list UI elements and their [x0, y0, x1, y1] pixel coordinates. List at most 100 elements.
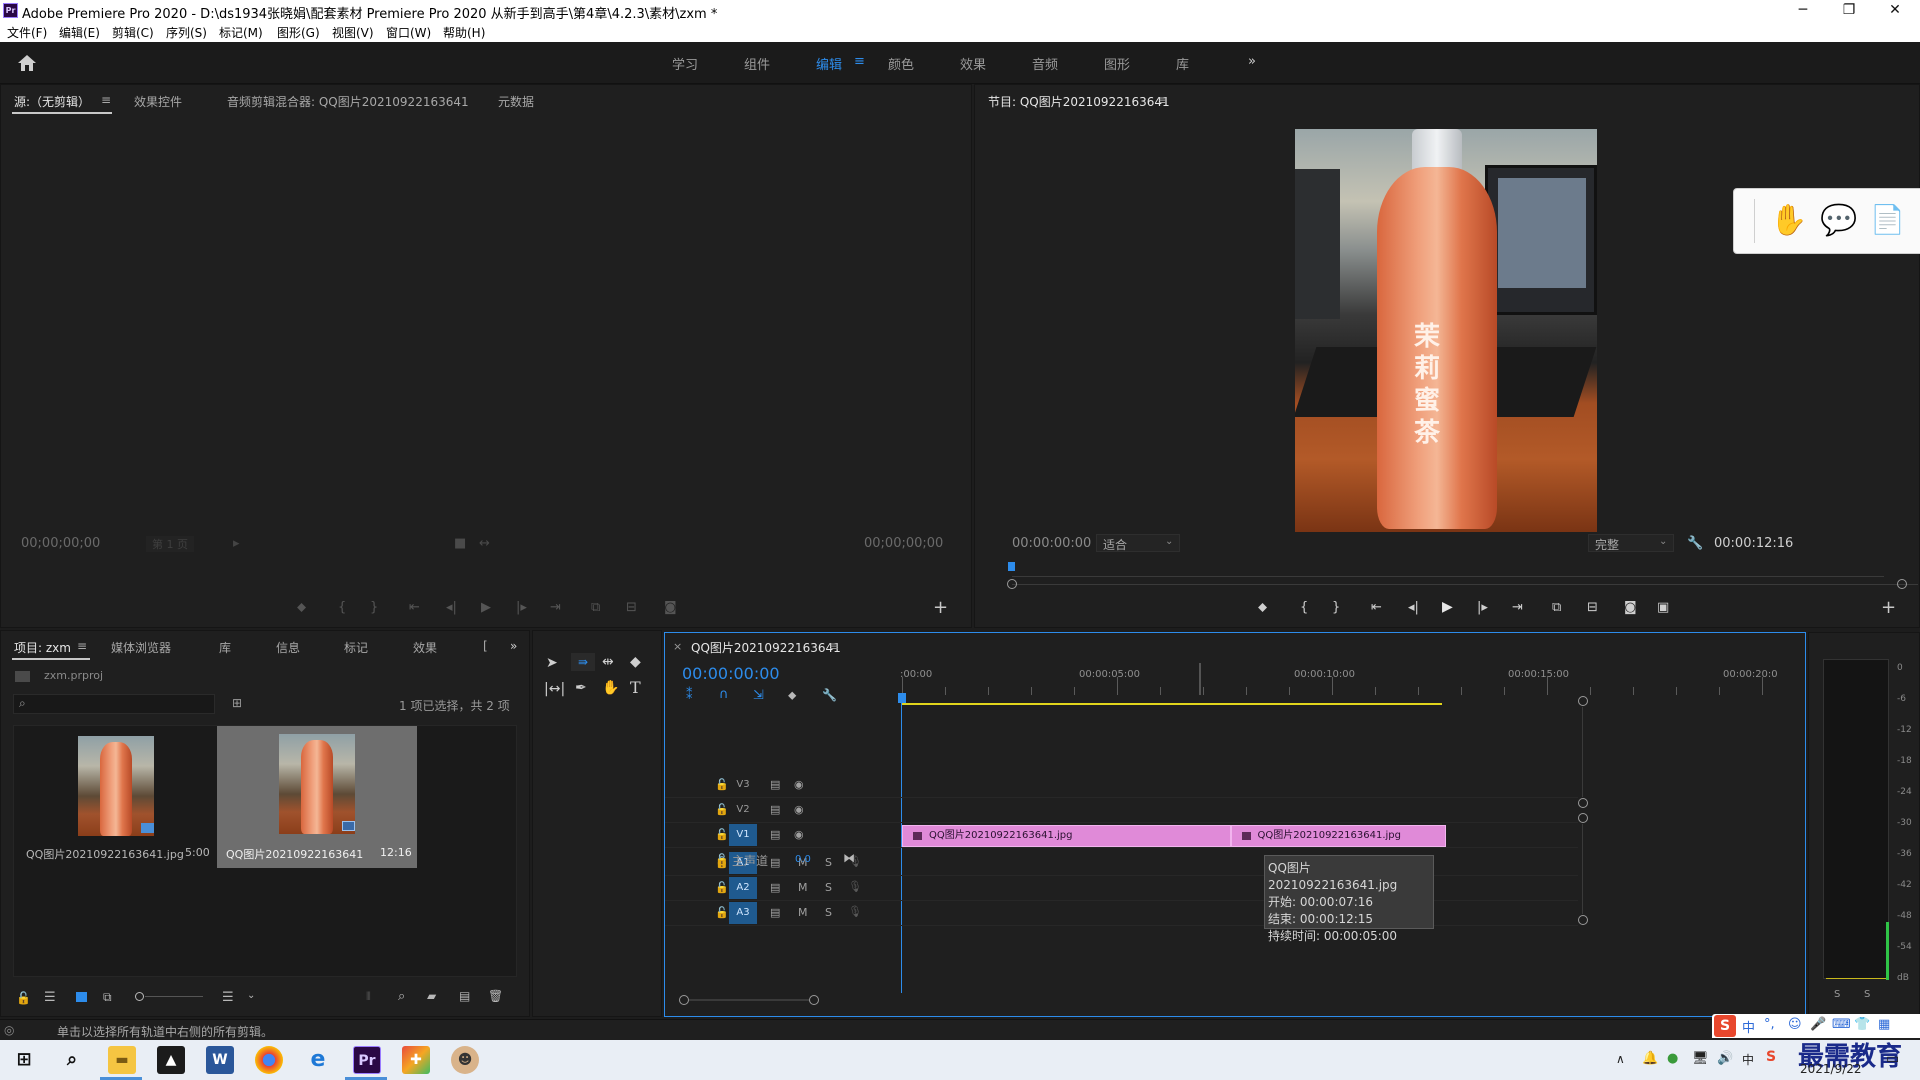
source-page-select[interactable]: 第 1 页	[146, 536, 194, 552]
zoom-handle-left[interactable]	[1007, 579, 1017, 589]
action-center-icon[interactable]: ▭	[1886, 1051, 1899, 1067]
program-export-frame-icon[interactable]: ◙	[1624, 600, 1637, 615]
timeline-clip[interactable]: QQ图片20210922163641.jpg	[902, 825, 1231, 847]
meter-solo-right[interactable]: S	[1864, 989, 1870, 1000]
program-step-back-icon[interactable]: ◂|	[1408, 600, 1419, 615]
menu-view[interactable]: 视图(V)	[332, 24, 374, 41]
workspace-more-button[interactable]: »	[1248, 54, 1256, 69]
menu-file[interactable]: 文件(F)	[7, 24, 47, 41]
zoom-slider-track[interactable]	[145, 996, 203, 997]
razor-tool-icon[interactable]: ◆	[630, 654, 641, 670]
audio-scroll-handle-top[interactable]	[1578, 813, 1588, 823]
workspace-graphics[interactable]: 图形	[1104, 54, 1130, 73]
track-lock-icon[interactable]: 🔓	[715, 853, 729, 866]
add-marker-icon[interactable]: ⬥	[788, 688, 796, 703]
edge-icon[interactable]: e	[304, 1046, 332, 1074]
tab-markers[interactable]: 标记	[344, 639, 368, 656]
workspace-libraries[interactable]: 库	[1176, 54, 1189, 73]
program-zoom-bar[interactable]	[1012, 584, 1918, 585]
home-icon[interactable]	[17, 54, 37, 72]
windows-start-icon[interactable]: ⊞	[10, 1046, 38, 1074]
lock-icon[interactable]: 🔓	[16, 991, 31, 1005]
list-view-icon[interactable]: ☰	[44, 990, 56, 1005]
timeline-zoom-track[interactable]	[689, 999, 809, 1001]
network-icon[interactable]: 🖥	[1692, 1051, 1709, 1066]
timeline-clip[interactable]: QQ图片20210922163641.jpg	[1230, 825, 1446, 847]
work-area-bar[interactable]	[902, 703, 1442, 705]
microphone-icon[interactable]: 🎙	[848, 905, 862, 918]
microphone-icon[interactable]: 🎙	[848, 880, 862, 893]
volume-icon[interactable]: 🔊	[1717, 1051, 1733, 1066]
zoom-handle-right[interactable]	[1897, 579, 1907, 589]
menu-markers[interactable]: 标记(M)	[219, 24, 263, 41]
sync-lock-icon[interactable]: ▤	[770, 906, 780, 919]
wrench-icon[interactable]: 🔧	[1687, 536, 1703, 551]
video-scroll-handle-top[interactable]	[1578, 696, 1588, 706]
master-track[interactable]: 🔓 主声道 0.0 ⧓	[665, 848, 855, 873]
ime-emoji-icon[interactable]: ☺	[1788, 1017, 1802, 1032]
tab-libraries[interactable]: 库	[219, 639, 231, 656]
timeline-timecode[interactable]: 00:00:00:00	[682, 664, 780, 683]
new-bin-icon[interactable]: ▰	[427, 989, 436, 1003]
eye-icon[interactable]: ◉	[794, 803, 804, 816]
track-lock-icon[interactable]: 🔓	[715, 881, 729, 894]
document-arrow-icon[interactable]: 📄	[1870, 203, 1905, 236]
timeline-playhead-handle[interactable]	[898, 693, 906, 703]
eye-icon[interactable]: ◉	[794, 778, 804, 791]
nest-icon[interactable]: ⁑	[686, 688, 693, 703]
program-playhead[interactable]	[1008, 562, 1015, 571]
chevron-down-icon[interactable]: ⌄	[247, 990, 255, 1001]
workspace-color[interactable]: 颜色	[888, 54, 914, 73]
track-lock-icon[interactable]: 🔓	[715, 803, 729, 816]
chrome-icon[interactable]	[255, 1046, 283, 1074]
tab-effects[interactable]: 效果	[413, 639, 437, 656]
menu-clip[interactable]: 剪辑(C)	[112, 24, 154, 41]
menu-graphics[interactable]: 图形(G)	[277, 24, 320, 41]
type-tool-icon[interactable]: T	[630, 678, 641, 697]
sync-lock-icon[interactable]: ▤	[770, 803, 780, 816]
mute-button[interactable]: M	[798, 906, 808, 919]
track-target-v1[interactable]: V1	[729, 824, 757, 846]
program-mark-out-icon[interactable]: }	[1332, 600, 1340, 615]
meter-solo-left[interactable]: S	[1834, 989, 1840, 1000]
tab-audio-clip-mixer[interactable]: 音频剪辑混合器: QQ图片20210922163641	[227, 93, 469, 110]
project-search-input[interactable]: ⌕	[13, 694, 215, 714]
source-timecode-left[interactable]: 00;00;00;00	[21, 536, 100, 551]
track-target-a3[interactable]: A3	[729, 902, 757, 924]
tab-media-browser[interactable]: 媒体浏览器	[111, 639, 171, 656]
tab-source[interactable]: 源:（无剪辑）	[14, 93, 90, 110]
timeline-close-icon[interactable]: ×	[673, 640, 682, 653]
workspace-effects[interactable]: 效果	[960, 54, 986, 73]
program-mark-in-icon[interactable]: {	[1300, 600, 1308, 615]
timeline-settings-icon[interactable]: 🔧	[822, 688, 837, 702]
sync-lock-icon[interactable]: ▤	[770, 778, 780, 791]
hand-icon[interactable]: ✋	[1770, 203, 1807, 238]
program-extract-icon[interactable]: ⊟	[1587, 600, 1598, 615]
solo-button[interactable]: S	[825, 906, 832, 919]
program-title[interactable]: 节目: QQ图片20210922163641	[988, 93, 1170, 110]
zoom-slider-handle[interactable]	[135, 992, 144, 1001]
menu-edit[interactable]: 编辑(E)	[59, 24, 100, 41]
project-more-button[interactable]: »	[510, 639, 517, 653]
workspace-assembly[interactable]: 组件	[744, 54, 770, 73]
track-lock-icon[interactable]: 🔓	[715, 778, 729, 791]
new-item-icon[interactable]: ▤	[459, 989, 470, 1003]
slip-tool-icon[interactable]: |↔|	[544, 681, 565, 697]
workspace-editing[interactable]: 编辑	[816, 54, 842, 73]
program-fit-dropdown[interactable]: 适合 ⌄	[1096, 534, 1180, 552]
project-item[interactable]: QQ图片20210922163641.jpg 5:00	[16, 728, 215, 870]
solo-button[interactable]: S	[825, 881, 832, 894]
selection-tool-icon[interactable]: ➤	[546, 655, 558, 671]
timeline-zoom-handle-left[interactable]	[679, 995, 689, 1005]
tab-bracket[interactable]: [	[483, 639, 488, 653]
word-icon[interactable]: W	[206, 1046, 234, 1074]
premiere-taskbar-icon[interactable]: Pr	[353, 1046, 381, 1074]
track-target-v3[interactable]: V3	[729, 774, 757, 796]
hand-tool-icon[interactable]: ✋	[602, 680, 619, 696]
source-menu-icon[interactable]: ≡	[101, 93, 111, 107]
video-scroll-handle-bottom[interactable]	[1578, 798, 1588, 808]
audio-scroll-handle-bottom[interactable]	[1578, 915, 1588, 925]
automate-to-sequence-icon[interactable]: ⦀	[366, 990, 371, 1004]
notification-bell-icon[interactable]: 🔔	[1642, 1051, 1658, 1066]
track-target-a2[interactable]: A2	[729, 877, 757, 899]
